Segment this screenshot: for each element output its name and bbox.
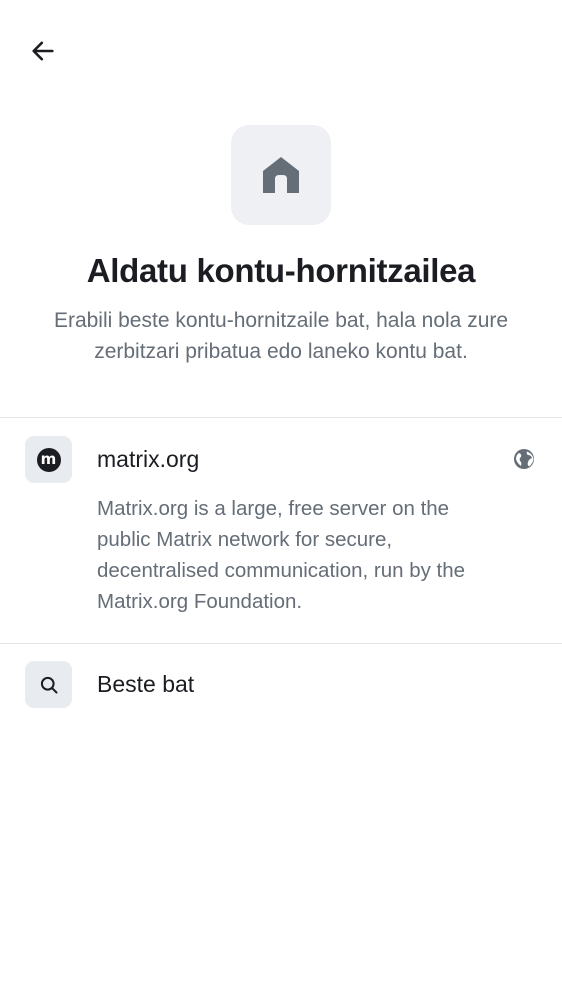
page-title: Aldatu kontu-hornitzailea [86, 252, 476, 289]
hero-icon-container [231, 125, 331, 225]
provider-icon-container [25, 661, 72, 708]
matrix-logo-icon: m [36, 447, 61, 472]
page-subtitle: Erabili beste kontu-hornitzaile bat, hal… [53, 309, 509, 363]
arrow-left-icon [32, 41, 54, 61]
search-icon [40, 676, 57, 693]
home-icon [263, 157, 299, 193]
provider-item-other[interactable]: Beste bat [0, 644, 562, 729]
provider-icon-container: m [25, 436, 72, 483]
back-button[interactable] [22, 30, 64, 72]
provider-name: Beste bat [97, 671, 195, 697]
globe-icon [514, 449, 534, 469]
provider-name: matrix.org [97, 446, 200, 472]
provider-item-matrix-org[interactable]: m matrix.org Matrix.org is a large, free… [0, 418, 562, 643]
provider-description: Matrix.org is a large, free server on th… [97, 497, 466, 613]
